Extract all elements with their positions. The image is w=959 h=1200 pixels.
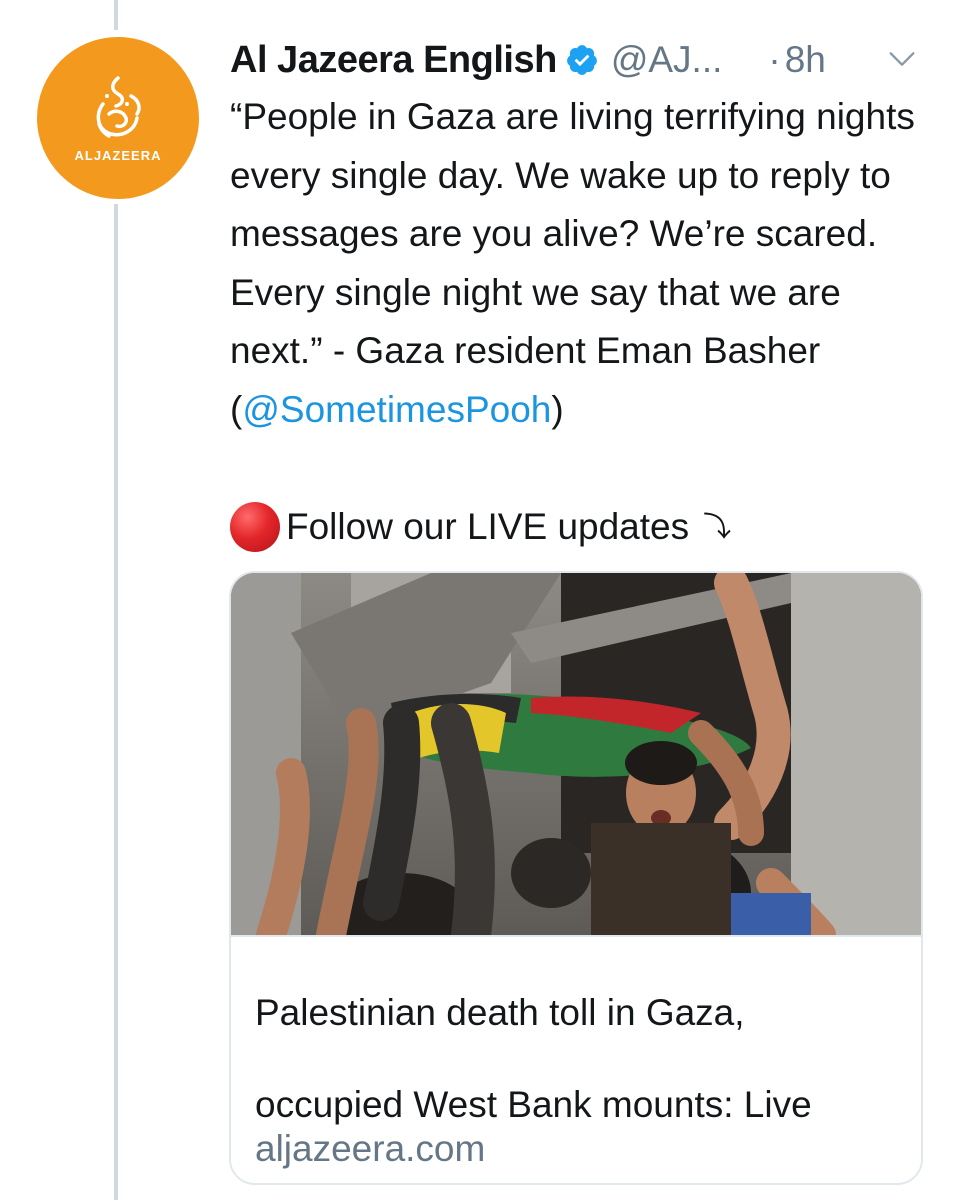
separator-dot: · — [768, 39, 781, 80]
live-updates-line: Follow our LIVE updates ⤵ — [230, 498, 731, 556]
display-name[interactable]: Al Jazeera English — [230, 39, 557, 82]
live-updates-label: Follow our LIVE updates — [286, 506, 690, 547]
avatar-label: ALJAZEERA — [74, 147, 162, 163]
avatar[interactable]: ALJAZEERA — [37, 37, 199, 199]
arrow-down-right-icon: ⤵ — [703, 511, 732, 542]
link-card-body: Palestinian death toll in Gaza, occupied… — [231, 935, 921, 1183]
tweet-text-body: “People in Gaza are living terrifying ni… — [230, 96, 915, 430]
funeral-photo — [231, 573, 921, 955]
tweet-text: “People in Gaza are living terrifying ni… — [230, 88, 930, 439]
account-handle[interactable]: @AJ... — [611, 39, 723, 81]
mention-link[interactable]: @SometimesPooh — [242, 389, 551, 430]
tweet-text-close: ) — [551, 388, 564, 430]
red-circle-icon — [230, 502, 280, 552]
link-card[interactable]: Palestinian death toll in Gaza, occupied… — [229, 571, 923, 1185]
timestamp[interactable]: 8h — [785, 39, 826, 81]
link-card-image[interactable] — [231, 573, 921, 955]
link-card-title-line1: Palestinian death toll in Gaza, — [255, 992, 745, 1033]
verified-badge-icon — [566, 45, 597, 75]
link-card-title: Palestinian death toll in Gaza, occupied… — [255, 967, 905, 1151]
thread-line-bottom — [114, 204, 118, 1200]
thread-line-top — [114, 0, 118, 30]
tweet[interactable]: ALJAZEERA Al Jazeera English @AJ... · 8h… — [0, 0, 959, 1200]
aljazeera-logo-icon — [96, 75, 141, 138]
link-card-domain: aljazeera.com — [255, 1128, 486, 1169]
chevron-down-icon[interactable] — [885, 42, 919, 76]
tweet-header: Al Jazeera English @AJ... · 8h — [230, 32, 919, 88]
